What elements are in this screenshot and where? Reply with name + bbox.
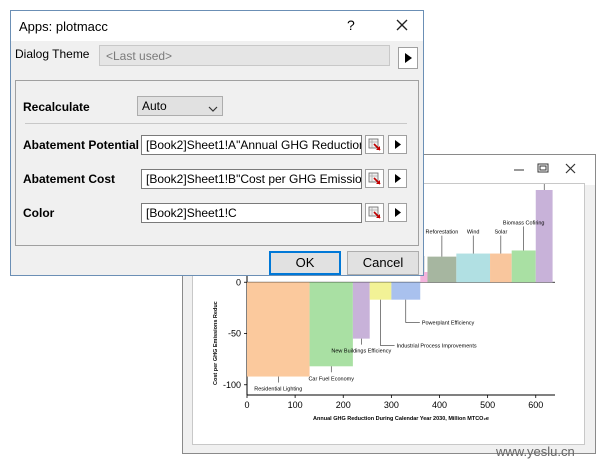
x-tick-label: 100 (288, 400, 303, 410)
abatement-potential-input[interactable]: [Book2]Sheet1!A"Annual GHG Reduction (141, 135, 362, 155)
y-tick-label: -100 (223, 380, 241, 390)
triangle-right-icon (395, 140, 401, 149)
abatement-cost-menu-button[interactable] (388, 169, 407, 188)
color-input[interactable]: [Book2]Sheet1!C (141, 203, 362, 223)
bar (391, 282, 421, 300)
help-button[interactable]: ? (347, 17, 355, 33)
bar-label: Powerplant Efficiency (422, 321, 475, 327)
bar-label: Residential Lighting (254, 387, 302, 393)
graph-close-button[interactable] (561, 161, 581, 177)
bar-label: Industrial Process Improvements (397, 344, 477, 350)
x-tick-label: 200 (336, 400, 351, 410)
recalculate-select[interactable]: Auto (137, 96, 223, 116)
dialog-titlebar: Apps: plotmacc ? (11, 11, 423, 41)
abatement-potential-range-picker[interactable] (365, 135, 384, 154)
range-select-icon (368, 138, 381, 151)
bar-label: Wind (467, 230, 480, 236)
y-axis-label: Cost per GHG Emissions Reduc (213, 301, 219, 385)
y-tick-label: -50 (228, 329, 241, 339)
close-icon (565, 163, 576, 174)
dialog-theme-input[interactable]: <Last used> (99, 45, 390, 66)
bar (511, 250, 536, 283)
bar (369, 282, 392, 300)
plotmacc-dialog: Apps: plotmacc ? Dialog Theme <Last used… (10, 10, 424, 276)
abatement-cost-range-picker[interactable] (365, 169, 384, 188)
dialog-theme-menu-button[interactable] (398, 47, 418, 69)
cancel-button[interactable]: Cancel (347, 251, 419, 275)
range-select-icon (368, 172, 381, 185)
recalculate-label: Recalculate (23, 100, 90, 114)
dialog-close-button[interactable] (391, 15, 413, 35)
x-tick-label: 0 (244, 400, 249, 410)
bar (456, 253, 491, 283)
restore-icon (537, 163, 549, 173)
bar (535, 190, 553, 283)
color-range-picker[interactable] (365, 203, 384, 222)
close-icon (396, 19, 408, 31)
minimize-icon (514, 169, 524, 171)
triangle-right-icon (405, 53, 412, 63)
dialog-title: Apps: plotmacc (19, 19, 108, 34)
bar-label: Car Fuel Economy (308, 376, 354, 382)
x-tick-label: 500 (480, 400, 495, 410)
x-tick-label: 600 (528, 400, 543, 410)
bar-label: Solar (494, 230, 507, 236)
abatement-potential-menu-button[interactable] (388, 135, 407, 154)
restore-button[interactable] (533, 161, 553, 177)
leader-line (405, 299, 420, 323)
color-label: Color (23, 206, 55, 220)
bar (247, 282, 310, 377)
abatement-cost-label: Abatement Cost (23, 172, 116, 186)
bar (352, 282, 370, 339)
y-tick-label: 0 (236, 277, 241, 287)
dialog-theme-label: Dialog Theme (15, 47, 90, 61)
leader-line (380, 299, 395, 346)
chevron-down-icon (208, 106, 218, 112)
separator (25, 123, 407, 124)
bar-label: Biomass Cofiring (503, 220, 545, 226)
minimize-button[interactable] (509, 161, 529, 177)
x-axis-label: Annual GHG Reduction During Calendar Yea… (313, 416, 489, 422)
recalculate-value: Auto (142, 99, 167, 113)
abatement-cost-input[interactable]: [Book2]Sheet1!B"Cost per GHG Emission (141, 169, 362, 189)
triangle-right-icon (395, 208, 401, 217)
abatement-potential-label: Abatement Potential (23, 138, 140, 152)
bar-label: New Buildings Efficiency (331, 349, 391, 355)
bar-label: Reforestation (426, 230, 459, 236)
watermark: www.yeslu.cn (496, 444, 575, 459)
x-tick-label: 400 (432, 400, 447, 410)
ok-button[interactable]: OK (269, 251, 341, 275)
triangle-right-icon (395, 174, 401, 183)
color-menu-button[interactable] (388, 203, 407, 222)
x-tick-label: 300 (384, 400, 399, 410)
range-select-icon (368, 206, 381, 219)
bar (490, 253, 512, 283)
bar (427, 256, 457, 283)
